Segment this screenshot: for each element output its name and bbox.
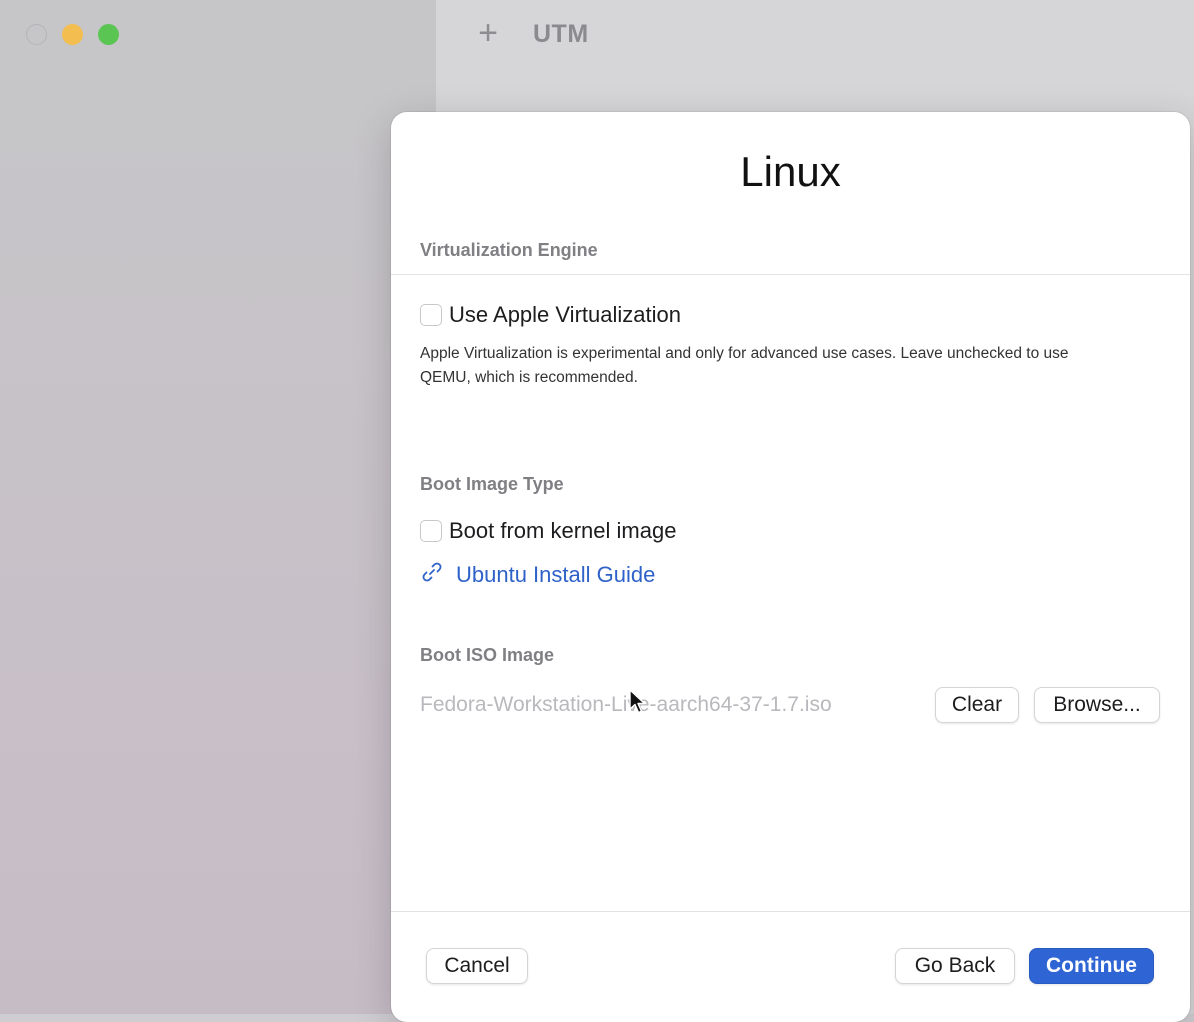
use-apple-virtualization-label: Use Apple Virtualization xyxy=(449,302,681,327)
iso-path-field[interactable]: Fedora-Workstation-Live-aarch64-37-1.7.i… xyxy=(420,693,832,717)
link-label: Ubuntu Install Guide xyxy=(456,561,656,587)
zoom-button[interactable] xyxy=(98,24,119,45)
boot-from-kernel-checkbox[interactable] xyxy=(420,520,442,542)
traffic-lights xyxy=(26,24,119,45)
clear-button[interactable]: Clear xyxy=(935,687,1019,723)
footer-divider xyxy=(391,911,1190,912)
continue-button[interactable]: Continue xyxy=(1029,948,1154,984)
go-back-button[interactable]: Go Back xyxy=(895,948,1015,984)
close-button[interactable] xyxy=(26,24,47,45)
plus-icon[interactable]: + xyxy=(472,16,504,50)
sidebar xyxy=(0,0,436,1014)
use-apple-virtualization-checkbox[interactable] xyxy=(420,304,442,326)
cancel-button[interactable]: Cancel xyxy=(426,948,528,984)
boot-from-kernel-label: Boot from kernel image xyxy=(449,518,677,543)
section-label-boot-image-type: Boot Image Type xyxy=(420,474,564,494)
use-apple-virtualization-row[interactable]: Use Apple Virtualization xyxy=(420,302,681,328)
ubuntu-install-guide-link[interactable]: Ubuntu Install Guide xyxy=(420,560,655,589)
mouse-pointer-icon xyxy=(629,689,647,720)
new-vm-dialog: Linux Virtualization Engine Use Apple Vi… xyxy=(391,112,1190,1022)
minimize-button[interactable] xyxy=(62,24,83,45)
window-title: UTM xyxy=(533,20,589,48)
section-label-boot-iso-image: Boot ISO Image xyxy=(420,645,555,665)
boot-from-kernel-row[interactable]: Boot from kernel image xyxy=(420,518,676,544)
link-icon xyxy=(420,560,444,589)
section-label-virtualization-engine: Virtualization Engine xyxy=(420,240,598,260)
browse-button[interactable]: Browse... xyxy=(1034,687,1160,723)
virtualization-note: Apple Virtualization is experimental and… xyxy=(420,345,1069,386)
dialog-title: Linux xyxy=(740,148,841,195)
divider xyxy=(391,274,1190,275)
